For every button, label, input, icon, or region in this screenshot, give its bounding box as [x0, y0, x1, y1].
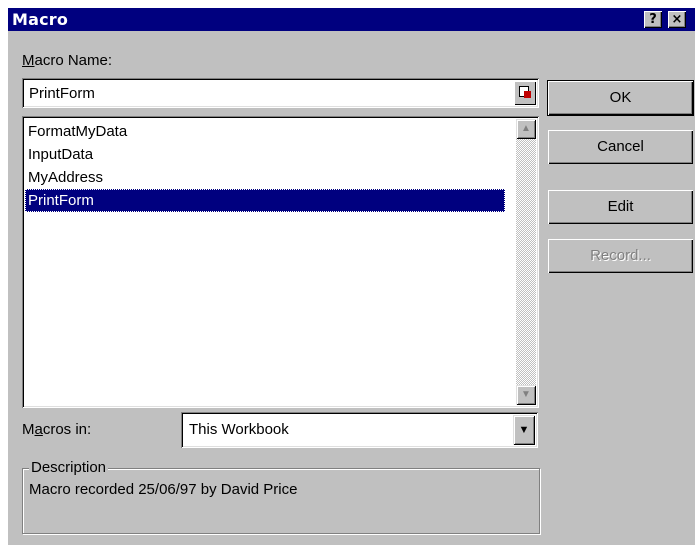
- cancel-button[interactable]: Cancel: [548, 130, 693, 164]
- list-item[interactable]: PrintForm: [25, 189, 505, 212]
- scroll-down-arrow-icon[interactable]: ▼: [516, 385, 536, 405]
- edit-button[interactable]: Edit: [548, 190, 693, 224]
- list-item[interactable]: MyAddress: [25, 166, 505, 189]
- macros-in-dropdown[interactable]: This Workbook ▼: [181, 412, 538, 448]
- help-button[interactable]: ?: [644, 11, 662, 28]
- record-button: Record...: [548, 239, 693, 273]
- description-legend: Description: [29, 459, 109, 476]
- list-item[interactable]: FormatMyData: [25, 120, 505, 143]
- macro-name-label: Macro Name:: [22, 52, 113, 69]
- scroll-up-arrow-icon[interactable]: ▲: [516, 119, 536, 139]
- dropdown-arrow-icon[interactable]: ▼: [513, 415, 535, 445]
- collapse-dialog-icon[interactable]: [514, 81, 536, 105]
- macro-list-scrollbar[interactable]: ▲ ▼: [516, 119, 536, 405]
- ok-button[interactable]: OK: [548, 81, 693, 115]
- macro-dialog: Macro ? × Macro Name: PrintForm FormatMy…: [8, 8, 695, 545]
- close-button[interactable]: ×: [668, 11, 686, 28]
- macro-name-input[interactable]: PrintForm: [22, 78, 539, 108]
- macros-in-label: Macros in:: [22, 421, 92, 438]
- description-group: Description Macro recorded 25/06/97 by D…: [22, 459, 540, 534]
- macro-name-value: PrintForm: [29, 85, 95, 102]
- list-item[interactable]: InputData: [25, 143, 505, 166]
- title-bar[interactable]: Macro ? ×: [8, 8, 695, 31]
- macros-in-value: This Workbook: [189, 421, 289, 438]
- macro-list[interactable]: FormatMyData InputData MyAddress PrintForm …: [22, 116, 539, 408]
- window-title: Macro: [12, 10, 69, 29]
- description-text: Macro recorded 25/06/97 by David Price: [29, 481, 298, 498]
